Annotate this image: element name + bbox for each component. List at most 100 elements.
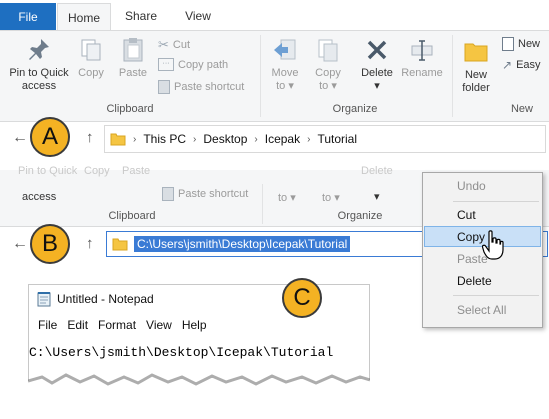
tab-view[interactable]: View [172,3,224,29]
move-to-button[interactable]: Move to ▾ [266,37,304,93]
pin-label-line1: Pin to Quick [9,67,69,79]
paste-shortcut-button[interactable]: Paste shortcut [162,187,248,201]
new-item-icon [502,37,514,51]
up-arrow-icon[interactable]: ↑ [86,235,94,252]
paste-button[interactable]: Paste [115,37,151,80]
delete-dropdown-arrow[interactable]: ▾ [357,80,397,93]
menu-view[interactable]: View [141,318,177,332]
back-arrow-icon[interactable]: ← [12,129,28,147]
menu-format[interactable]: Format [93,318,141,332]
menu-item-cut[interactable]: Cut [424,204,541,225]
hand-cursor-icon [482,230,504,260]
new-item-button[interactable]: New [502,37,540,51]
copy-to-icon [318,39,338,62]
cut-button[interactable]: ✂ Cut [158,37,190,53]
clipboard-group-label: Clipboard [108,210,156,222]
paste-label: Paste [118,67,148,79]
new-group-label: New [510,103,533,115]
clipboard-group-label: Clipboard [106,103,154,115]
folder-icon [110,133,126,146]
copy-to-label-line2: to ▾ [322,192,340,204]
notepad-text-area[interactable]: C:\Users\jsmith\Desktop\Icepak\Tutorial [29,345,333,360]
menu-item-delete[interactable]: Delete [424,270,541,291]
torn-edge [28,373,370,411]
tab-file[interactable]: File [0,3,56,30]
ribbon-home: Pin to Quick access Copy Paste ✂ Cut ···… [0,30,549,122]
paste-label-cropped: Paste [122,165,151,177]
callout-badge-c: C [282,278,322,318]
easy-access-label: Easy [516,59,541,71]
breadcrumb-chevron-icon[interactable]: › [193,134,196,145]
delete-x-icon [367,40,387,60]
notepad-title-bar: Untitled - Notepad [37,291,154,307]
delete-dropdown-arrow[interactable]: ▾ [374,190,380,203]
rename-icon [411,40,433,61]
paste-shortcut-label: Paste shortcut [174,81,245,93]
copy-to-label-line1: Copy [315,67,341,79]
pin-label-cropped: Pin to Quick [18,165,78,177]
address-path-selected[interactable]: C:\Users\jsmith\Desktop\Icepak\Tutorial [134,236,351,252]
move-to-label-line2: to ▾ [276,80,294,92]
up-arrow-icon[interactable]: ↑ [86,129,94,146]
callout-badge-b: B [30,224,70,264]
menu-help[interactable]: Help [177,318,212,332]
menu-item-undo[interactable]: Undo [424,175,541,196]
tab-home[interactable]: Home [57,3,111,31]
paste-shortcut-icon [162,187,174,201]
menu-file[interactable]: File [33,318,62,332]
folder-icon [112,238,128,251]
address-bar[interactable]: › This PC › Desktop › Icepak › Tutorial [104,125,546,153]
menu-separator [453,201,539,202]
scissors-icon: ✂ [158,37,169,52]
new-folder-button[interactable]: New folder [456,37,496,95]
copy-path-button[interactable]: ··· Copy path [158,58,228,71]
callout-badge-a: A [30,117,70,157]
move-to-label-line2: to ▾ [278,192,296,204]
breadcrumb-icepak[interactable]: Icepak [265,132,300,146]
copy-label: Copy [78,67,104,79]
copy-path-label: Copy path [178,58,229,71]
move-to-label-line1: Move [271,67,299,79]
paste-shortcut-label: Paste shortcut [178,188,249,200]
paste-shortcut-icon [158,80,170,94]
breadcrumb-tutorial[interactable]: Tutorial [317,132,357,146]
paste-shortcut-button[interactable]: Paste shortcut [158,80,244,94]
pin-icon [29,39,49,60]
group-divider [452,35,453,117]
group-divider [260,35,261,117]
pin-label-line2: access [21,80,57,92]
rename-button[interactable]: Rename [400,37,444,80]
delete-button[interactable]: Delete ▾ [357,37,397,93]
copy-to-button[interactable]: Copy to ▾ [310,37,346,93]
copy-to-label-line2: to ▾ [319,80,337,92]
copy-path-icon: ··· [158,58,174,71]
ribbon-tab-bar: File Home Share View [0,0,549,31]
notepad-menu-bar: File Edit Format View Help [33,318,212,332]
breadcrumb-chevron-icon[interactable]: › [254,134,257,145]
copy-button[interactable]: Copy [74,37,108,80]
pin-label-line2: access [22,191,57,203]
back-arrow-icon[interactable]: ← [12,235,28,253]
notepad-icon [37,292,51,307]
clipboard-icon [123,38,143,62]
new-folder-label-line1: New [464,69,487,81]
copy-icon [81,39,101,61]
breadcrumb-chevron-icon: › [133,133,137,145]
menu-separator [453,295,539,296]
cut-label: Cut [172,39,191,51]
menu-item-select-all[interactable]: Select All [424,299,541,320]
menu-edit[interactable]: Edit [62,318,93,332]
copy-label-cropped: Copy [84,165,110,177]
address-bar-row-a: ← ↑ › This PC › Desktop › Icepak › Tutor… [0,122,549,156]
breadcrumb-desktop[interactable]: Desktop [203,132,247,146]
breadcrumb-chevron-icon[interactable]: › [307,134,310,145]
organize-group-label: Organize [337,210,383,222]
notepad-title: Untitled - Notepad [57,292,154,306]
pin-to-quick-access-button[interactable]: Pin to Quick access [2,37,76,93]
breadcrumb-this-pc[interactable]: This PC [143,132,186,146]
easy-access-button[interactable]: ↗ Easy [502,58,541,72]
tab-share[interactable]: Share [115,3,167,29]
move-to-icon [274,39,296,60]
rename-label: Rename [401,67,443,79]
delete-label-cropped: Delete [361,165,393,177]
